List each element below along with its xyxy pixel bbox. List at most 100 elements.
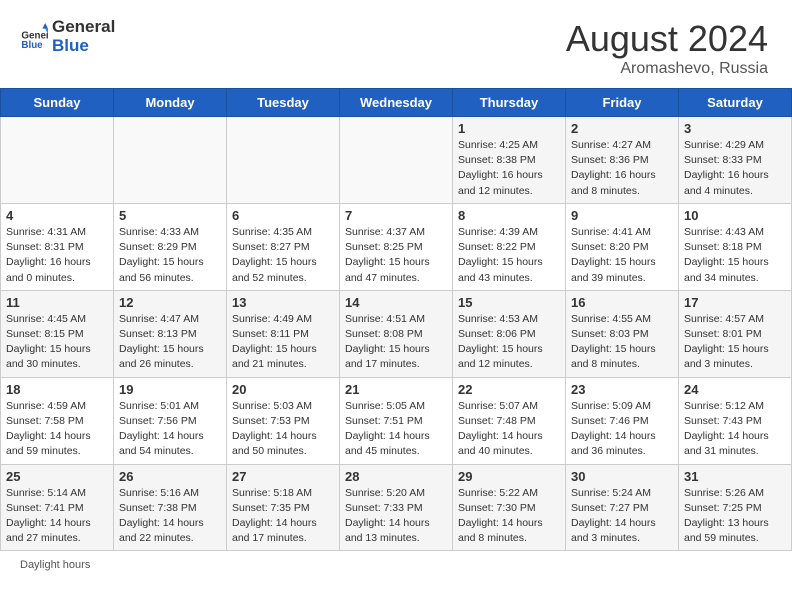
day-info: Sunrise: 5:07 AM Sunset: 7:48 PM Dayligh…	[458, 399, 560, 460]
day-info: Sunrise: 4:51 AM Sunset: 8:08 PM Dayligh…	[345, 312, 447, 373]
day-number: 1	[458, 121, 560, 136]
day-info: Sunrise: 5:05 AM Sunset: 7:51 PM Dayligh…	[345, 399, 447, 460]
day-info: Sunrise: 4:53 AM Sunset: 8:06 PM Dayligh…	[458, 312, 560, 373]
days-of-week-row: SundayMondayTuesdayWednesdayThursdayFrid…	[1, 89, 792, 117]
calendar-cell-11: 8 Sunrise: 4:39 AM Sunset: 8:22 PM Daylig…	[453, 203, 566, 290]
week-row-5: 25 Sunrise: 5:14 AM Sunset: 7:41 PM Dayli…	[1, 464, 792, 551]
day-info: Sunrise: 4:27 AM Sunset: 8:36 PM Dayligh…	[571, 138, 673, 199]
calendar-cell-18: 15Sunrise: 4:53 AM Sunset: 8:06 PM Dayli…	[453, 290, 566, 377]
calendar-cell-22: 19 Sunrise: 5:01 AM Sunset: 7:56 PM Dayli…	[114, 377, 227, 464]
calendar-cell-24: 21 Sunrise: 5:05 AM Sunset: 7:51 PM Dayli…	[340, 377, 453, 464]
day-number: 13	[232, 295, 334, 310]
day-number: 2	[571, 121, 673, 136]
calendar-cell-13: 10Sunrise: 4:43 AM Sunset: 8:18 PM Dayli…	[679, 203, 792, 290]
day-info: Sunrise: 4:59 AM Sunset: 7:58 PM Dayligh…	[6, 399, 108, 460]
day-number: 16	[571, 295, 673, 310]
day-info: Sunrise: 4:31 AM Sunset: 8:31 PM Dayligh…	[6, 225, 108, 286]
day-info: Sunrise: 5:20 AM Sunset: 7:33 PM Dayligh…	[345, 486, 447, 547]
week-row-2: 4 Sunrise: 4:31 AM Sunset: 8:31 PM Daylig…	[1, 203, 792, 290]
logo-icon: General Blue	[20, 23, 48, 51]
day-number: 4	[6, 208, 108, 223]
day-info: Sunrise: 5:01 AM Sunset: 7:56 PM Dayligh…	[119, 399, 221, 460]
calendar-cell-26: 23Sunrise: 5:09 AM Sunset: 7:46 PM Dayli…	[566, 377, 679, 464]
day-number: 8	[458, 208, 560, 223]
calendar-cell-29: 26Sunrise: 5:16 AM Sunset: 7:38 PM Dayli…	[114, 464, 227, 551]
day-number: 6	[232, 208, 334, 223]
week-row-3: 11 Sunrise: 4:45 AM Sunset: 8:15 PM Dayli…	[1, 290, 792, 377]
day-number: 3	[684, 121, 786, 136]
calendar-cell-31: 28 Sunrise: 5:20 AM Sunset: 7:33 PM Dayli…	[340, 464, 453, 551]
calendar-cell-25: 22 Sunrise: 5:07 AM Sunset: 7:48 PM Dayli…	[453, 377, 566, 464]
day-number: 27	[232, 469, 334, 484]
day-number: 19	[119, 382, 221, 397]
logo: General Blue General Blue	[20, 18, 115, 55]
calendar-cell-23: 20 Sunrise: 5:03 AM Sunset: 7:53 PM Dayli…	[227, 377, 340, 464]
day-info: Sunrise: 5:03 AM Sunset: 7:53 PM Dayligh…	[232, 399, 334, 460]
page-header: General Blue General Blue August 2024 Ar…	[0, 0, 792, 88]
day-of-week-thursday: Thursday	[453, 89, 566, 117]
day-info: Sunrise: 5:18 AM Sunset: 7:35 PM Dayligh…	[232, 486, 334, 547]
calendar-cell-9: 6 Sunrise: 4:35 AM Sunset: 8:27 PM Daylig…	[227, 203, 340, 290]
day-number: 24	[684, 382, 786, 397]
calendar-cell-3	[340, 117, 453, 204]
day-info: Sunrise: 4:41 AM Sunset: 8:20 PM Dayligh…	[571, 225, 673, 286]
calendar-cell-32: 29Sunrise: 5:22 AM Sunset: 7:30 PM Dayli…	[453, 464, 566, 551]
calendar-cell-27: 24 Sunrise: 5:12 AM Sunset: 7:43 PM Dayli…	[679, 377, 792, 464]
day-number: 30	[571, 469, 673, 484]
day-info: Sunrise: 5:14 AM Sunset: 7:41 PM Dayligh…	[6, 486, 108, 547]
day-info: Sunrise: 4:37 AM Sunset: 8:25 PM Dayligh…	[345, 225, 447, 286]
calendar-cell-10: 7 Sunrise: 4:37 AM Sunset: 8:25 PM Daylig…	[340, 203, 453, 290]
day-info: Sunrise: 4:55 AM Sunset: 8:03 PM Dayligh…	[571, 312, 673, 373]
calendar-cell-17: 14Sunrise: 4:51 AM Sunset: 8:08 PM Dayli…	[340, 290, 453, 377]
calendar-cell-1	[114, 117, 227, 204]
week-row-4: 18 Sunrise: 4:59 AM Sunset: 7:58 PM Dayli…	[1, 377, 792, 464]
day-number: 26	[119, 469, 221, 484]
day-info: Sunrise: 4:35 AM Sunset: 8:27 PM Dayligh…	[232, 225, 334, 286]
day-number: 22	[458, 382, 560, 397]
day-number: 10	[684, 208, 786, 223]
day-number: 23	[571, 382, 673, 397]
calendar-cell-19: 16 Sunrise: 4:55 AM Sunset: 8:03 PM Dayli…	[566, 290, 679, 377]
logo-general: General	[52, 18, 115, 37]
day-number: 20	[232, 382, 334, 397]
calendar-cell-6: 3 Sunrise: 4:29 AM Sunset: 8:33 PM Daylig…	[679, 117, 792, 204]
calendar-cell-28: 25 Sunrise: 5:14 AM Sunset: 7:41 PM Dayli…	[1, 464, 114, 551]
day-number: 5	[119, 208, 221, 223]
day-info: Sunrise: 5:24 AM Sunset: 7:27 PM Dayligh…	[571, 486, 673, 547]
day-info: Sunrise: 4:45 AM Sunset: 8:15 PM Dayligh…	[6, 312, 108, 373]
day-info: Sunrise: 4:25 AM Sunset: 8:38 PM Dayligh…	[458, 138, 560, 199]
day-info: Sunrise: 4:39 AM Sunset: 8:22 PM Dayligh…	[458, 225, 560, 286]
day-number: 21	[345, 382, 447, 397]
calendar-cell-33: 30 Sunrise: 5:24 AM Sunset: 7:27 PM Dayli…	[566, 464, 679, 551]
day-of-week-sunday: Sunday	[1, 89, 114, 117]
calendar-cell-4: 1 Sunrise: 4:25 AM Sunset: 8:38 PM Daylig…	[453, 117, 566, 204]
day-info: Sunrise: 5:26 AM Sunset: 7:25 PM Dayligh…	[684, 486, 786, 547]
day-info: Sunrise: 4:29 AM Sunset: 8:33 PM Dayligh…	[684, 138, 786, 199]
day-of-week-friday: Friday	[566, 89, 679, 117]
day-number: 7	[345, 208, 447, 223]
title-block: August 2024 Aromashevo, Russia	[566, 18, 768, 78]
day-of-week-saturday: Saturday	[679, 89, 792, 117]
calendar-cell-20: 17Sunrise: 4:57 AM Sunset: 8:01 PM Dayli…	[679, 290, 792, 377]
calendar-table: SundayMondayTuesdayWednesdayThursdayFrid…	[0, 88, 792, 551]
day-number: 28	[345, 469, 447, 484]
logo-blue: Blue	[52, 37, 115, 56]
month-year: August 2024	[566, 18, 768, 60]
calendar-cell-7: 4 Sunrise: 4:31 AM Sunset: 8:31 PM Daylig…	[1, 203, 114, 290]
calendar-cell-16: 13 Sunrise: 4:49 AM Sunset: 8:11 PM Dayli…	[227, 290, 340, 377]
day-number: 9	[571, 208, 673, 223]
day-info: Sunrise: 4:47 AM Sunset: 8:13 PM Dayligh…	[119, 312, 221, 373]
day-of-week-tuesday: Tuesday	[227, 89, 340, 117]
calendar-cell-5: 2 Sunrise: 4:27 AM Sunset: 8:36 PM Daylig…	[566, 117, 679, 204]
day-info: Sunrise: 4:49 AM Sunset: 8:11 PM Dayligh…	[232, 312, 334, 373]
day-info: Sunrise: 5:12 AM Sunset: 7:43 PM Dayligh…	[684, 399, 786, 460]
day-number: 12	[119, 295, 221, 310]
day-number: 25	[6, 469, 108, 484]
day-info: Sunrise: 4:57 AM Sunset: 8:01 PM Dayligh…	[684, 312, 786, 373]
calendar-cell-30: 27 Sunrise: 5:18 AM Sunset: 7:35 PM Dayli…	[227, 464, 340, 551]
calendar-cell-34: 31Sunrise: 5:26 AM Sunset: 7:25 PM Dayli…	[679, 464, 792, 551]
day-number: 11	[6, 295, 108, 310]
day-number: 18	[6, 382, 108, 397]
location: Aromashevo, Russia	[566, 60, 768, 78]
calendar-cell-14: 11 Sunrise: 4:45 AM Sunset: 8:15 PM Dayli…	[1, 290, 114, 377]
